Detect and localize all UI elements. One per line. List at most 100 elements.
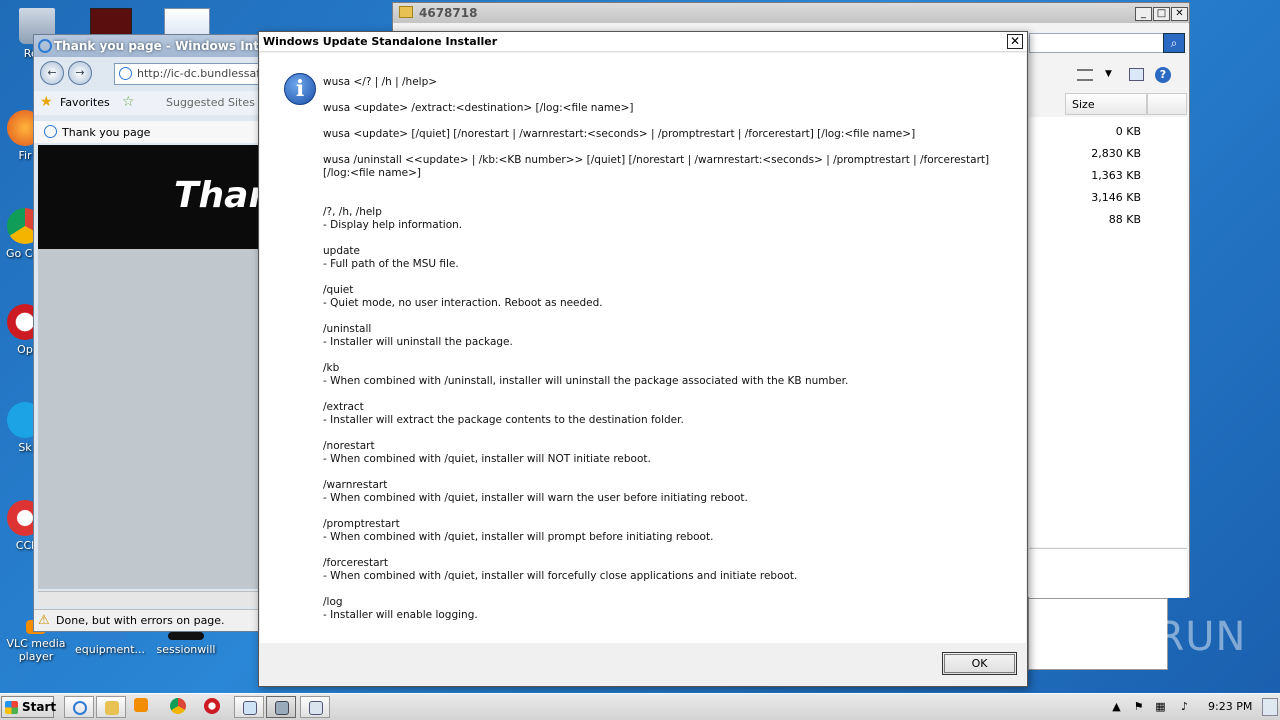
status-text: Done, but with errors on page. (56, 614, 225, 627)
ok-button[interactable]: OK (942, 652, 1017, 675)
anyrun-watermark: ANY▷RUN (1040, 614, 1247, 660)
option-desc: - When combined with /quiet, installer w… (323, 531, 714, 543)
file-size: 1,363 KB (1091, 169, 1141, 182)
option-desc: - Installer will enable logging. (323, 609, 478, 621)
option-warnrestart: /warnrestart - When combined with /quiet,… (323, 479, 1003, 505)
media-player-icon (134, 698, 148, 712)
status-bar: ⚠ Done, but with errors on page. (34, 609, 272, 631)
option-forcerestart: /forcerestart - When combined with /quiet… (323, 557, 1003, 583)
option-name: /promptrestart (323, 518, 400, 530)
minimize-button[interactable]: _ (1135, 7, 1152, 21)
info-icon: i (284, 73, 316, 105)
option-name: update (323, 245, 360, 257)
taskbar-opera-button[interactable] (204, 698, 224, 716)
taskbar: Start ▲ ⚑ ▦ ♪ 9:23 PM (0, 693, 1280, 720)
help-text: wusa </? | /h | /help> wusa <update> /ex… (323, 76, 1003, 635)
option-name: /extract (323, 401, 364, 413)
explorer-title: 4678718 (419, 6, 478, 20)
tab-thank-you-page[interactable]: Thank you page (62, 126, 150, 139)
option-norestart: /norestart - When combined with /quiet, i… (323, 440, 1003, 466)
back-button[interactable]: ← (40, 61, 64, 85)
option-desc: - Installer will uninstall the package. (323, 336, 513, 348)
option-desc: - When combined with /quiet, installer w… (323, 492, 748, 504)
views-icon[interactable] (1077, 69, 1093, 81)
option-name: /uninstall (323, 323, 372, 335)
volume-icon[interactable]: ♪ (1178, 700, 1191, 713)
search-input[interactable] (1029, 33, 1169, 53)
option-promptrestart: /promptrestart - When combined with /quie… (323, 518, 1003, 544)
explorer-titlebar[interactable]: 4678718 _ □ ✕ (393, 3, 1189, 23)
close-button[interactable]: ✕ (1171, 7, 1188, 21)
suggested-sites-link[interactable]: Suggested Sites (166, 96, 255, 109)
start-button[interactable]: Start (1, 696, 57, 718)
usage-line: wusa <update> [/quiet] [/norestart | /wa… (323, 128, 916, 140)
chevron-down-icon[interactable]: ▼ (1105, 69, 1112, 79)
ie-logo-icon (38, 39, 52, 53)
option-name: /norestart (323, 440, 375, 452)
desktop-icon-label: CCl (15, 539, 35, 552)
maximize-button[interactable]: □ (1153, 7, 1170, 21)
column-header-size[interactable]: Size (1065, 93, 1147, 115)
ie-titlebar[interactable]: Thank you page - Windows Internet (34, 35, 272, 57)
option-name: /kb (323, 362, 340, 374)
file-size: 88 KB (1108, 213, 1141, 226)
tab-bar: Thank you page (34, 121, 272, 143)
option-desc: - Display help information. (323, 219, 463, 231)
horizontal-scrollbar[interactable] (38, 591, 272, 607)
taskbar-chrome-button[interactable] (170, 698, 190, 716)
page-heading: Than (38, 145, 272, 249)
word-document-icon[interactable] (164, 8, 210, 36)
option-desc: - When combined with /uninstall, install… (323, 375, 849, 387)
desktop-icon-sessionwill[interactable]: sessionwill (151, 632, 221, 656)
option-extract: /extract - Installer will extract the pac… (323, 401, 1003, 427)
desktop-icon-label: Sk (18, 441, 32, 454)
dialog-titlebar[interactable]: Windows Update Standalone Installer ✕ (259, 32, 1027, 52)
preview-pane-icon[interactable] (1129, 68, 1144, 81)
option-help: /?, /h, /help - Display help information. (323, 206, 1003, 232)
file-size: 3,146 KB (1091, 191, 1141, 204)
start-label: Start (22, 700, 57, 714)
favorites-star-icon: ★ (40, 94, 53, 110)
network-icon[interactable]: ▦ (1154, 700, 1167, 713)
wusa-dialog: Windows Update Standalone Installer ✕ i … (258, 31, 1028, 687)
desktop-icon-equipment[interactable]: equipment... (75, 632, 145, 656)
option-update: update - Full path of the MSU file. (323, 245, 1003, 271)
option-name: /forcerestart (323, 557, 388, 569)
file-size: 2,830 KB (1091, 147, 1141, 160)
window-icon (309, 701, 323, 715)
taskbar-notepad-button[interactable] (234, 696, 264, 718)
usage-line: wusa /uninstall <<update> | /kb:<KB numb… (323, 154, 990, 179)
show-hidden-icons-icon[interactable]: ▲ (1110, 700, 1123, 713)
taskbar-ie-button[interactable] (64, 696, 94, 718)
add-favorite-icon[interactable]: ☆ (122, 94, 135, 110)
ie-title: Thank you page - Windows Internet (54, 39, 272, 53)
tab-page-icon (44, 125, 57, 138)
dialog-title: Windows Update Standalone Installer (263, 35, 498, 48)
clock[interactable]: 9:23 PM (1208, 700, 1252, 713)
search-icon[interactable]: ⌕ (1163, 33, 1185, 53)
show-desktop-button[interactable] (1262, 698, 1278, 716)
address-bar[interactable]: http://ic-dc.bundlessafev (114, 63, 274, 85)
close-icon[interactable]: ✕ (1007, 34, 1023, 49)
taskbar-wusa-button[interactable] (266, 696, 296, 718)
taskbar-window-button[interactable] (300, 696, 330, 718)
chrome-icon (170, 698, 186, 714)
taskbar-media-player-button[interactable] (134, 698, 154, 716)
option-uninstall: /uninstall - Installer will uninstall the… (323, 323, 1003, 349)
folder-icon (105, 701, 119, 715)
opera-icon (204, 698, 220, 714)
file-size: 0 KB (1115, 125, 1141, 138)
dialog-content: i wusa </? | /h | /help> wusa <update> /… (260, 53, 1026, 643)
column-header-extra[interactable] (1147, 93, 1187, 115)
option-name: /?, /h, /help (323, 206, 382, 218)
option-desc: - Installer will extract the package con… (323, 414, 684, 426)
taskbar-explorer-button[interactable] (96, 696, 126, 718)
favorites-button[interactable]: Favorites (60, 96, 110, 109)
file-icon (92, 632, 128, 640)
action-center-flag-icon[interactable]: ⚑ (1132, 700, 1145, 713)
desktop-icon-label: Op (17, 343, 33, 356)
help-icon[interactable]: ? (1155, 67, 1171, 83)
desktop-icon-label: sessionwill (156, 643, 216, 656)
option-kb: /kb - When combined with /uninstall, inst… (323, 362, 1003, 388)
forward-button[interactable]: → (68, 61, 92, 85)
